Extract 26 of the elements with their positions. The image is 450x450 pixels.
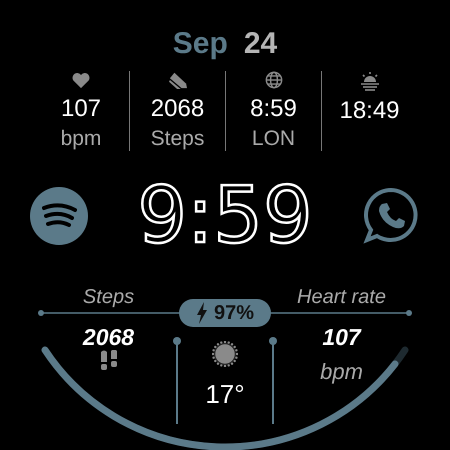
day-label: 24 <box>244 27 278 61</box>
stat-label: Steps <box>150 127 204 151</box>
music-app-icon <box>30 187 88 245</box>
shoe-icon <box>166 71 188 89</box>
stat-label: LON <box>252 127 296 151</box>
heart-icon <box>70 71 92 89</box>
clock-time: 9:59 <box>137 183 313 249</box>
sun-icon <box>212 341 238 367</box>
globe-icon <box>262 71 284 89</box>
month-label: Sep <box>172 27 228 61</box>
heart-rate-value: 107 <box>322 324 361 350</box>
stat-value: 107 <box>60 95 102 123</box>
heart-rate-title: Heart rate <box>297 285 386 309</box>
steps-title: Steps <box>82 285 134 309</box>
stat-label: bpm <box>60 127 102 151</box>
phone-chat-icon <box>362 187 420 245</box>
stat-value: 18:49 <box>339 97 400 125</box>
stat-value: 8:59 <box>250 95 297 123</box>
temperature: 17° <box>205 379 245 409</box>
heart-rate-unit: bpm <box>320 359 363 385</box>
battery-reading: 97% <box>214 301 254 326</box>
steps-value: 2068 <box>82 324 134 350</box>
lightning-icon <box>196 302 208 324</box>
footprints-icon <box>98 350 118 372</box>
sunset-icon <box>358 71 380 91</box>
stat-value: 2068 <box>150 95 204 123</box>
